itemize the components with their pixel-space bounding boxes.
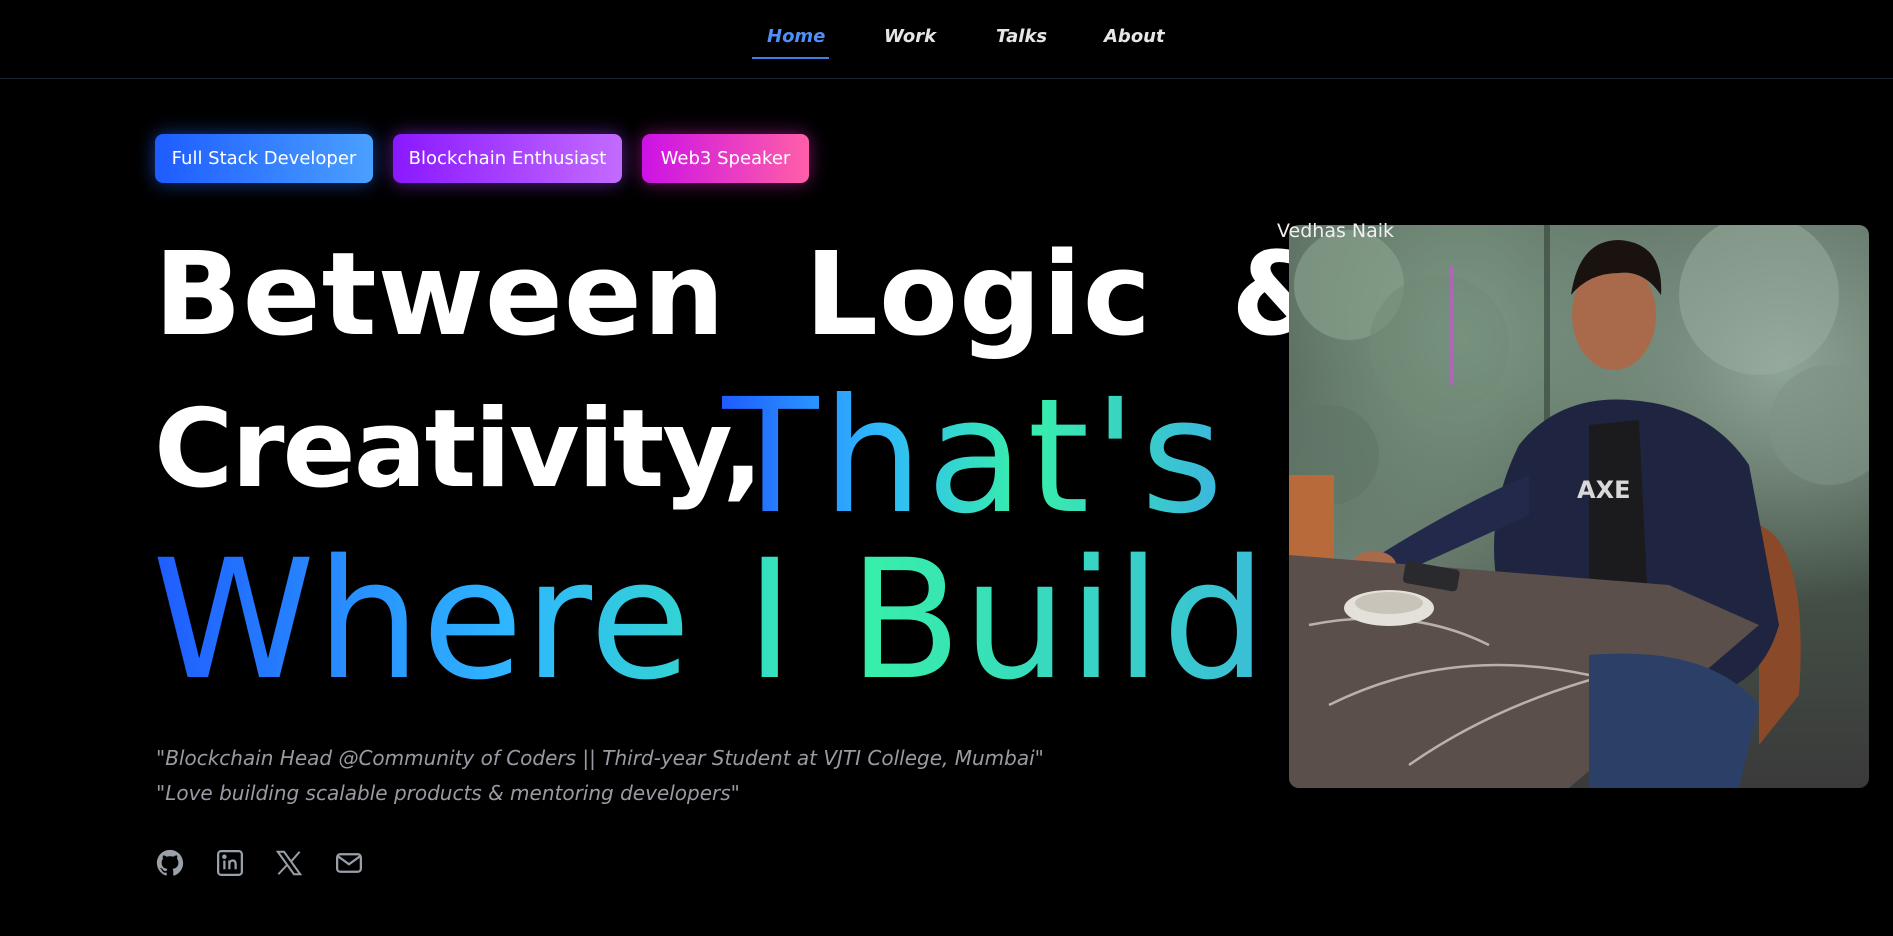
mail-icon[interactable] (334, 848, 364, 878)
nav-link-work[interactable]: Work (884, 26, 936, 47)
top-navigation: Home Work Talks About (0, 0, 1893, 79)
linkedin-icon[interactable] (215, 848, 245, 878)
badge-blockchain-enthusiast[interactable]: Blockchain Enthusiast (393, 134, 622, 183)
nav-link-talks[interactable]: Talks (996, 26, 1047, 47)
hero-headline-accent: That's (722, 365, 1228, 549)
profile-photo-alt-text: Vedhas Naik (1277, 220, 1395, 242)
nav-link-home[interactable]: Home (767, 26, 825, 47)
hero-headline-line3: Where I Build! (152, 524, 1335, 716)
nav-active-underline (752, 57, 829, 59)
hero-headline-line2: Creativity, (154, 387, 763, 512)
x-icon[interactable] (274, 848, 304, 878)
hero-headline-line1: Between Logic & (154, 228, 1333, 362)
badge-full-stack-developer[interactable]: Full Stack Developer (155, 134, 373, 183)
nav-link-about[interactable]: About (1104, 26, 1165, 47)
bio-quote-mission: "Love building scalable products & mento… (156, 781, 740, 805)
badge-web3-speaker[interactable]: Web3 Speaker (642, 134, 809, 183)
github-icon[interactable] (155, 848, 185, 878)
profile-photo: AXE (1289, 225, 1869, 788)
bio-quote-role: "Blockchain Head @Community of Coders ||… (156, 746, 1044, 770)
svg-text:AXE: AXE (1577, 476, 1630, 504)
